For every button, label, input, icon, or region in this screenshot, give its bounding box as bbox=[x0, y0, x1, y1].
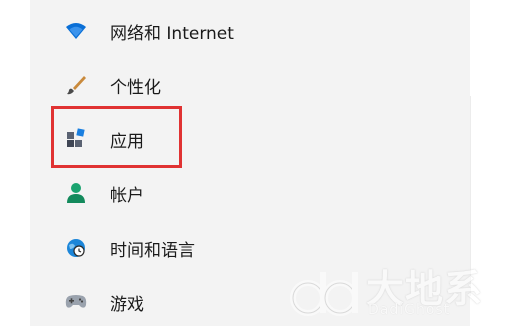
nav-item-label: 网络和 Internet bbox=[110, 23, 234, 44]
watermark-text-en: DadiGhost bbox=[368, 302, 451, 318]
nav-item-label: 时间和语言 bbox=[110, 240, 195, 261]
nav-item-time-language[interactable]: 时间和语言 bbox=[64, 236, 195, 261]
nav-item-personalization[interactable]: 个性化 bbox=[64, 73, 161, 98]
nav-item-label: 帐户 bbox=[110, 185, 144, 206]
wifi-icon bbox=[64, 19, 88, 43]
nav-item-label: 游戏 bbox=[110, 294, 144, 315]
watermark: 大地系 DadiGhost bbox=[278, 254, 482, 324]
account-icon bbox=[64, 181, 88, 205]
nav-item-accounts[interactable]: 帐户 bbox=[64, 181, 144, 206]
left-margin bbox=[0, 0, 30, 326]
gamepad-icon bbox=[64, 290, 88, 314]
brush-icon bbox=[64, 73, 88, 97]
nav-item-gaming[interactable]: 游戏 bbox=[64, 290, 144, 315]
nav-item-label: 个性化 bbox=[110, 77, 161, 98]
nav-item-network[interactable]: 网络和 Internet bbox=[64, 19, 234, 44]
highlight-annotation-box bbox=[51, 106, 182, 168]
watermark-logo-icon bbox=[290, 268, 358, 322]
globe-clock-icon bbox=[64, 236, 88, 260]
